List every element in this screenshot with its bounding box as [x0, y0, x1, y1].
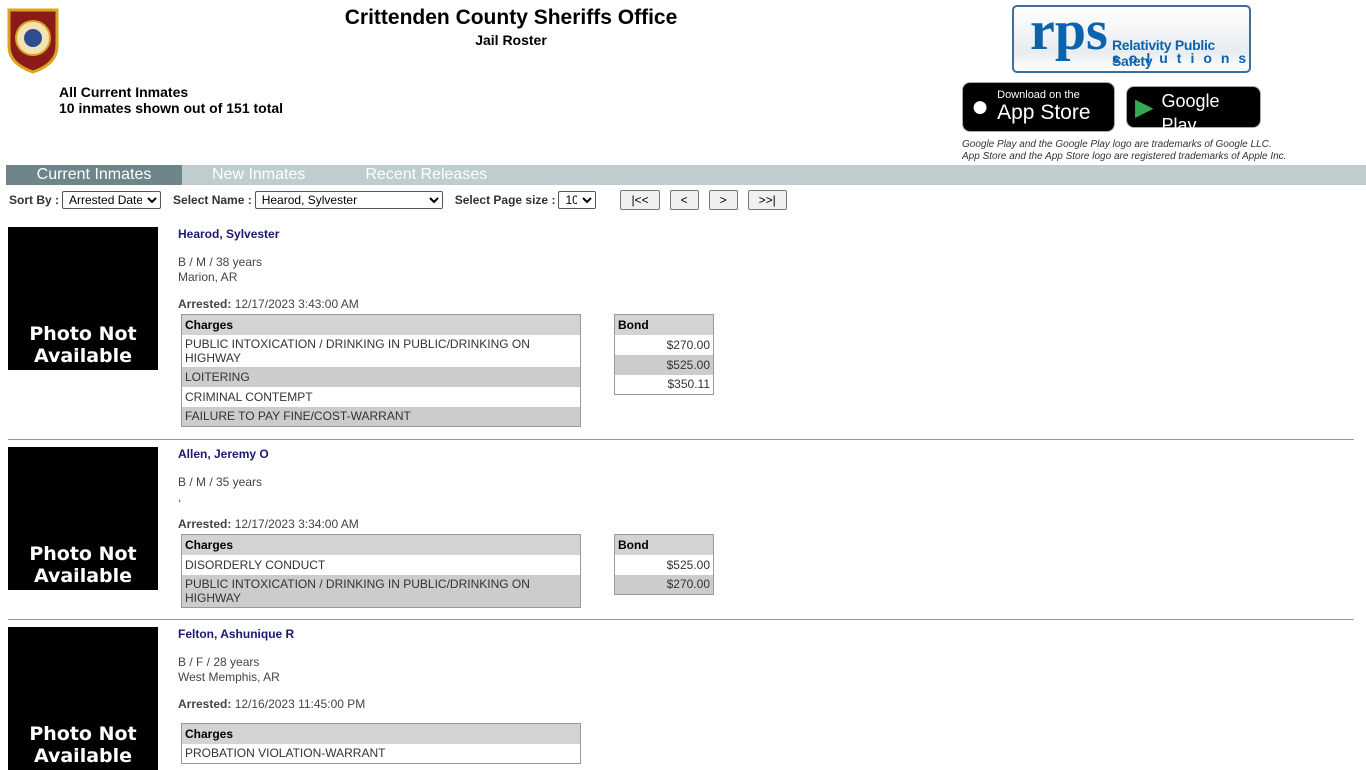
inmate-count: 10 inmates shown out of 151 total [59, 100, 284, 116]
charge-cell: CRIMINAL CONTEMPT [185, 389, 313, 404]
bond-row: $525.00 [615, 555, 714, 575]
arrested-date: 12/16/2023 11:45:00 PM [234, 697, 366, 711]
photo-placeholder: Photo Not Available [8, 627, 158, 770]
prev-page-button[interactable]: < [669, 190, 699, 210]
charges-table: Charges PROBATION VIOLATION-WARRANT [181, 723, 581, 764]
google-play-button[interactable]: ▶ GET IT ON Google Play [1126, 78, 1261, 135]
bond-header: Bond [614, 534, 714, 555]
name-label: Select Name : [173, 193, 252, 207]
app-store-button[interactable]: ● Download on the App Store [962, 82, 1115, 132]
inmate-demographics: B / M / 38 years [178, 255, 263, 269]
sort-label: Sort By : [9, 193, 60, 207]
bond-row: $270.00 [615, 335, 714, 355]
tab-current-inmates[interactable]: Current Inmates [6, 165, 182, 185]
inmate-name-link[interactable]: Allen, Jeremy O [178, 447, 359, 461]
charges-table: Charges DISORDERLY CONDUCT PUBLIC INTOXICA… [181, 534, 581, 608]
next-page-button[interactable]: > [708, 190, 738, 210]
record-divider [8, 619, 1354, 620]
bond-table: Bond $525.00 $270.00 [614, 534, 714, 595]
app-store-large: App Store [997, 100, 1091, 124]
arrested-date: 12/17/2023 3:34:00 AM [234, 517, 359, 531]
page-subtitle: Jail Roster [475, 32, 547, 48]
charge-row: PROBATION VIOLATION-WARRANT [182, 744, 581, 764]
charge-cell: LOITERING [181, 366, 581, 387]
charges-table: Charges PUBLIC INTOXICATION / DRINKING IN… [181, 314, 581, 427]
summary-heading: All Current Inmates [59, 84, 189, 100]
last-page-button[interactable]: >>| [747, 190, 787, 210]
charge-row: LOITERING [181, 366, 581, 387]
charge-row: DISORDERLY CONDUCT [182, 555, 581, 575]
photo-placeholder: Photo Not Available [8, 227, 158, 370]
page-size-label: Select Page size : [454, 193, 556, 207]
sort-select[interactable]: Arrested Date [62, 191, 162, 209]
bond-row: $350.11 [615, 375, 714, 395]
google-play-small: GET IT ON [1161, 77, 1207, 88]
inmate-location: Marion, AR [178, 270, 238, 284]
charge-row: PUBLIC INTOXICATION / DRINKING IN PUBLIC… [181, 574, 581, 607]
page-size-select[interactable]: 10 [558, 191, 597, 209]
google-play-large: Google Play [1161, 90, 1220, 135]
trademark-apple: App Store and the App Store logo are reg… [962, 151, 1287, 162]
inmate-location: , [178, 490, 182, 504]
charges-header: Charges [181, 314, 581, 335]
charge-row: CRIMINAL CONTEMPT [182, 387, 581, 407]
inmate-demographics: B / F / 28 years [178, 655, 260, 669]
rps-logo[interactable]: rps Relativity Public Safety solutions [1012, 5, 1251, 73]
trademark-google: Google Play and the Google Play logo are… [962, 139, 1272, 150]
bond-cell: $350.11 [667, 377, 711, 392]
rps-logo-line2: solutions [1112, 50, 1251, 66]
bond-row: $525.00 [614, 354, 714, 375]
bond-cell: $270.00 [614, 574, 714, 595]
page-title: Crittenden County Sheriffs Office [344, 6, 678, 29]
bond-cell: $525.00 [614, 354, 714, 375]
charge-cell: PROBATION VIOLATION-WARRANT [185, 746, 386, 761]
app-store-small: Download on the [997, 88, 1080, 101]
google-play-icon: ▶ [1135, 93, 1154, 121]
first-page-button[interactable]: |<< [620, 190, 660, 210]
charge-row: FAILURE TO PAY FINE/COST-WARRANT [181, 406, 581, 427]
tab-recent-releases[interactable]: Recent Releases [335, 165, 517, 185]
inmate-location: West Memphis, AR [178, 670, 280, 684]
bond-table: Bond $270.00 $525.00 $350.11 [614, 314, 714, 395]
name-select[interactable]: Hearod, Sylvester [254, 191, 443, 209]
inmate-name-link[interactable]: Felton, Ashunique R [178, 627, 365, 641]
apple-icon: ● [971, 90, 990, 123]
charge-cell: PUBLIC INTOXICATION / DRINKING IN PUBLIC… [185, 336, 530, 365]
charge-cell: DISORDERLY CONDUCT [185, 557, 326, 572]
arrested-label: Arrested: [178, 697, 232, 711]
charge-cell: FAILURE TO PAY FINE/COST-WARRANT [181, 406, 581, 427]
arrested-label: Arrested: [178, 297, 232, 311]
photo-placeholder: Photo Not Available [8, 447, 158, 590]
charge-cell: PUBLIC INTOXICATION / DRINKING IN PUBLIC… [181, 574, 581, 607]
bond-row: $270.00 [614, 574, 714, 595]
charge-row: PUBLIC INTOXICATION / DRINKING IN PUBLIC… [182, 335, 581, 367]
record-divider [8, 439, 1354, 440]
bond-cell: $270.00 [666, 337, 710, 352]
charges-header: Charges [181, 723, 581, 744]
rps-logo-text: rps [1030, 5, 1108, 62]
inmate-name-link[interactable]: Hearod, Sylvester [178, 227, 359, 241]
charges-header: Charges [181, 534, 581, 555]
bond-header: Bond [614, 314, 714, 335]
arrested-label: Arrested: [178, 517, 232, 531]
inmate-demographics: B / M / 35 years [178, 475, 263, 489]
tab-new-inmates[interactable]: New Inmates [182, 165, 335, 185]
arrested-date: 12/17/2023 3:43:00 AM [234, 297, 359, 311]
bond-cell: $525.00 [666, 557, 710, 572]
